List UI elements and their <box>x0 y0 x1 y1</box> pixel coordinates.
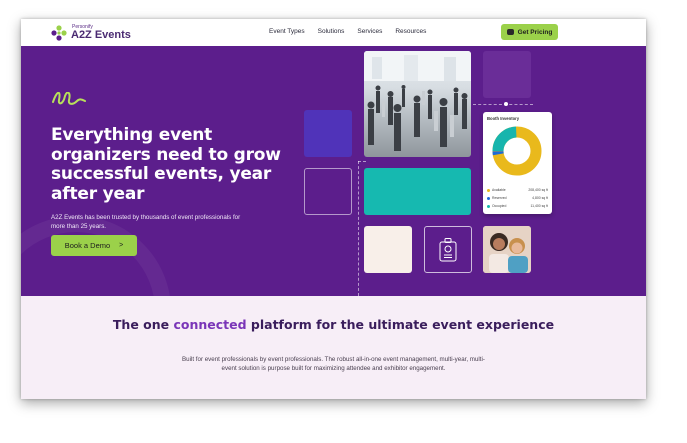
decorative-tile <box>483 51 531 98</box>
nav-links: Event Types Solutions Services Resources <box>269 28 439 35</box>
section-body: Built for event professionals by event p… <box>182 356 485 372</box>
chat-icon <box>506 29 514 35</box>
get-pricing-button[interactable]: Get Pricing <box>501 24 558 40</box>
legend-name: Available <box>492 188 506 192</box>
legend-value: 4,800 sq ft <box>532 196 548 200</box>
nav-link-services[interactable]: Services <box>357 28 382 35</box>
section-title: The one connected platform for the ultim… <box>21 317 646 333</box>
legend-dot <box>487 188 490 192</box>
book-demo-button[interactable]: Book a Demo > <box>51 235 137 256</box>
hero-section: Everything event organizers need to grow… <box>21 46 646 296</box>
section-title-highlight: connected <box>173 317 247 332</box>
badge-tile <box>424 226 472 273</box>
connected-platform-section: The one connected platform for the ultim… <box>21 296 646 399</box>
legend-name: Occupied <box>492 204 507 208</box>
logo[interactable]: Personify A2Z Events <box>50 23 131 42</box>
booth-inventory-card: Booth Inventory Available 208,400 sq ft … <box>483 112 552 214</box>
top-navigation: Personify A2Z Events Event Types Solutio… <box>21 19 646 46</box>
section-title-post: platform for the ultimate event experien… <box>246 317 555 332</box>
donut-chart <box>492 126 542 176</box>
legend-name: Reserved <box>492 196 507 200</box>
hero-subtext: A2Z Events has been trusted by thousands… <box>51 214 241 230</box>
decorative-tile <box>304 110 352 157</box>
legend-row: Reserved 4,800 sq ft <box>487 194 548 202</box>
browser-screenshot-frame: Personify A2Z Events Event Types Solutio… <box>21 19 646 399</box>
booth-inventory-title: Booth Inventory <box>487 116 520 121</box>
dashed-connector <box>358 161 366 162</box>
logo-text: Personify A2Z Events <box>71 24 131 41</box>
legend-row: Available 208,400 sq ft <box>487 186 548 194</box>
id-badge-icon <box>439 237 457 261</box>
book-demo-label: Book a Demo <box>64 241 111 250</box>
connector-dot <box>504 102 508 106</box>
legend-value: 11,400 sq ft <box>530 204 548 208</box>
squiggle-icon <box>52 92 86 105</box>
legend-dot <box>487 204 490 208</box>
nav-link-event-types[interactable]: Event Types <box>269 28 305 35</box>
crowd-photo <box>364 51 471 157</box>
chevron-right-icon: > <box>119 242 124 249</box>
legend-row: Occupied 11,400 sq ft <box>487 202 548 210</box>
section-title-pre: The one <box>112 317 174 332</box>
nav-link-resources[interactable]: Resources <box>395 28 426 35</box>
logo-main-text: A2Z Events <box>71 28 131 41</box>
legend-value: 208,400 sq ft <box>528 188 548 192</box>
decorative-tile <box>364 226 412 273</box>
hero-headline: Everything event organizers need to grow… <box>51 125 281 204</box>
dashed-connector <box>358 161 359 296</box>
nav-link-solutions[interactable]: Solutions <box>318 28 345 35</box>
decorative-tile <box>304 168 352 215</box>
logo-mark-icon <box>50 24 68 42</box>
legend-dot <box>487 196 490 200</box>
booth-legend: Available 208,400 sq ft Reserved 4,800 s… <box>487 186 548 210</box>
dashed-connector <box>473 104 533 105</box>
people-photo <box>483 226 531 273</box>
get-pricing-label: Get Pricing <box>517 28 553 36</box>
decorative-tile <box>364 168 471 215</box>
